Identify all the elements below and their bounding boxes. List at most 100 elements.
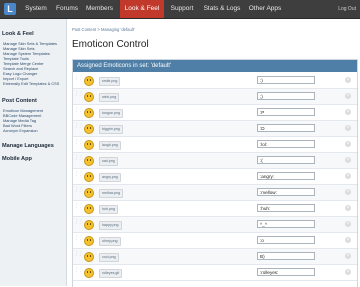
sidebar: Look & Feel Manage Skin Sets & Templates… xyxy=(0,19,67,286)
emoticon-code-input[interactable] xyxy=(257,220,315,228)
drag-handle-icon[interactable]: ⋮⋮ xyxy=(74,124,84,132)
page-title: Emoticon Control xyxy=(72,39,149,50)
delete-icon[interactable]: × xyxy=(345,269,351,275)
drag-handle-icon[interactable]: ⋮⋮ xyxy=(74,236,84,244)
delete-icon[interactable]: × xyxy=(345,141,351,147)
sidebar-link[interactable]: Acronym Expansion xyxy=(3,128,38,133)
emoticon-image xyxy=(84,252,94,262)
emoticon-code-input[interactable] xyxy=(257,140,315,148)
drag-handle-icon[interactable]: ⋮⋮ xyxy=(74,220,84,228)
emoticon-filename: angry.png xyxy=(99,173,121,182)
delete-icon[interactable]: × xyxy=(345,173,351,179)
emoticon-filename: smile.png xyxy=(99,77,121,86)
emoticon-row: ⋮⋮ tongue.png × xyxy=(73,105,357,121)
delete-icon[interactable]: × xyxy=(345,189,351,195)
emoticon-row: ⋮⋮ angry.png × xyxy=(73,169,357,185)
emoticon-row: ⋮⋮ biggrin.png × xyxy=(73,121,357,137)
emoticon-image xyxy=(84,156,94,166)
emoticon-row: ⋮⋮ sad.png × xyxy=(73,153,357,169)
emoticon-row: ⋮⋮ rolleyes.gif × xyxy=(73,265,357,281)
emoticon-filename: laugh.png xyxy=(99,141,121,150)
nav-stats-logs[interactable]: Stats & Logs xyxy=(200,0,244,18)
sidebar-heading-languages[interactable]: Manage Languages xyxy=(2,143,54,149)
top-nav: L System Forums Members Look & Feel Supp… xyxy=(0,0,360,19)
sidebar-heading-look-feel: Look & Feel xyxy=(2,31,34,37)
emoticon-row: ⋮⋮ cool.png × xyxy=(73,249,357,265)
delete-icon[interactable]: × xyxy=(345,221,351,227)
emoticon-code-input[interactable] xyxy=(257,124,315,132)
emoticon-image xyxy=(84,92,94,102)
drag-handle-icon[interactable]: ⋮⋮ xyxy=(74,140,84,148)
delete-icon[interactable]: × xyxy=(345,93,351,99)
emoticon-filename: cool.png xyxy=(99,253,119,262)
emoticon-panel: Assigned Emoticons in set: 'default' ⋮⋮ s… xyxy=(72,59,358,287)
emoticon-code-input[interactable] xyxy=(257,76,315,84)
emoticon-image xyxy=(84,204,94,214)
emoticon-code-input[interactable] xyxy=(257,156,315,164)
emoticon-filename: tongue.png xyxy=(99,109,123,118)
delete-icon[interactable]: × xyxy=(345,205,351,211)
emoticon-image xyxy=(84,124,94,134)
nav-support[interactable]: Support xyxy=(167,0,197,18)
emoticon-row: ⋮⋮ ohmy.png × xyxy=(73,233,357,249)
nav-members[interactable]: Members xyxy=(82,0,117,18)
emoticon-code-input[interactable] xyxy=(257,92,315,100)
emoticon-code-input[interactable] xyxy=(257,108,315,116)
emoticon-row: ⋮⋮ happy.png × xyxy=(73,217,357,233)
panel-header: Assigned Emoticons in set: 'default' xyxy=(73,60,357,72)
delete-icon[interactable]: × xyxy=(345,157,351,163)
drag-handle-icon[interactable]: ⋮⋮ xyxy=(74,188,84,196)
emoticon-filename: rolleyes.gif xyxy=(99,269,123,278)
delete-icon[interactable]: × xyxy=(345,77,351,83)
emoticon-code-input[interactable] xyxy=(257,172,315,180)
emoticon-filename: mellow.png xyxy=(99,189,123,198)
emoticon-filename: happy.png xyxy=(99,221,122,230)
delete-icon[interactable]: × xyxy=(345,237,351,243)
emoticon-image xyxy=(84,268,94,278)
panel-title: Assigned Emoticons in set: 'default' xyxy=(77,63,172,69)
emoticon-filename: huh.png xyxy=(99,205,118,214)
emoticon-code-input[interactable] xyxy=(257,236,315,244)
logout-link[interactable]: Log Out xyxy=(338,0,356,18)
emoticon-row: ⋮⋮ laugh.png × xyxy=(73,137,357,153)
emoticon-filename: sad.png xyxy=(99,157,118,166)
emoticon-image xyxy=(84,108,94,118)
emoticon-image xyxy=(84,172,94,182)
drag-handle-icon[interactable]: ⋮⋮ xyxy=(74,252,84,260)
emoticon-code-input[interactable] xyxy=(257,268,315,276)
nav-other-apps[interactable]: Other Apps xyxy=(246,0,284,18)
sidebar-link[interactable]: Externally Edit Templates & CSS xyxy=(3,81,59,86)
drag-handle-icon[interactable]: ⋮⋮ xyxy=(74,108,84,116)
emoticon-row: ⋮⋮ mellow.png × xyxy=(73,185,357,201)
nav-forums[interactable]: Forums xyxy=(53,0,81,18)
sidebar-heading-post-content: Post Content xyxy=(2,98,37,104)
emoticon-image xyxy=(84,188,94,198)
emoticon-image xyxy=(84,76,94,86)
emoticon-filename: wink.png xyxy=(99,93,120,102)
emoticon-filename: biggrin.png xyxy=(99,125,123,134)
emoticon-row: ⋮⋮ huh.png × xyxy=(73,201,357,217)
drag-handle-icon[interactable]: ⋮⋮ xyxy=(74,172,84,180)
emoticon-row: ⋮⋮ wink.png × xyxy=(73,89,357,105)
app-logo: L xyxy=(4,3,16,15)
nav-look-feel[interactable]: Look & Feel xyxy=(120,0,164,18)
emoticon-code-input[interactable] xyxy=(257,204,315,212)
emoticon-filename: ohmy.png xyxy=(99,237,121,246)
breadcrumb[interactable]: Post Content > Managing 'default' xyxy=(72,27,135,32)
delete-icon[interactable]: × xyxy=(345,125,351,131)
emoticon-code-input[interactable] xyxy=(257,188,315,196)
nav-system[interactable]: System xyxy=(19,0,53,18)
drag-handle-icon[interactable]: ⋮⋮ xyxy=(74,92,84,100)
emoticon-image xyxy=(84,236,94,246)
drag-handle-icon[interactable]: ⋮⋮ xyxy=(74,76,84,84)
emoticon-row: ⋮⋮ smile.png × xyxy=(73,73,357,89)
delete-icon[interactable]: × xyxy=(345,253,351,259)
drag-handle-icon[interactable]: ⋮⋮ xyxy=(74,204,84,212)
emoticon-image xyxy=(84,220,94,230)
drag-handle-icon[interactable]: ⋮⋮ xyxy=(74,156,84,164)
sidebar-heading-mobile-app[interactable]: Mobile App xyxy=(2,156,32,162)
drag-handle-icon[interactable]: ⋮⋮ xyxy=(74,268,84,276)
delete-icon[interactable]: × xyxy=(345,109,351,115)
emoticon-code-input[interactable] xyxy=(257,252,315,260)
emoticon-image xyxy=(84,140,94,150)
